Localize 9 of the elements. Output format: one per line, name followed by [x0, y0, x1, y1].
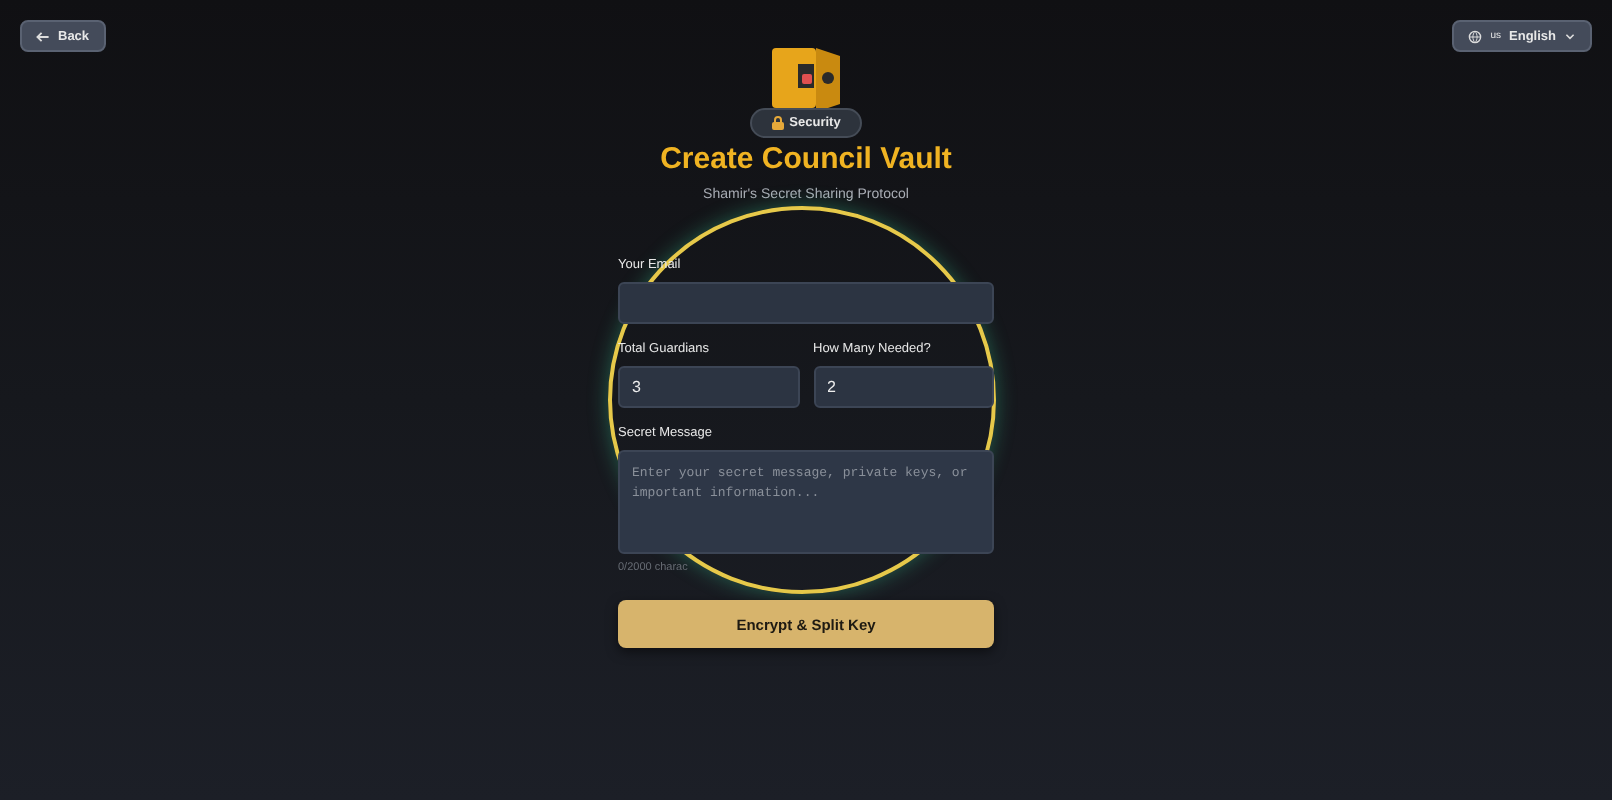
vault-icon	[768, 44, 844, 112]
lock-icon	[771, 116, 784, 130]
number-input[interactable]: 2	[813, 366, 994, 408]
globe-icon	[1468, 29, 1483, 43]
page-title: Create Council Vault	[660, 142, 952, 176]
number-input[interactable]: 3	[618, 366, 799, 408]
email-input[interactable]	[618, 282, 994, 324]
arrow-left-icon	[36, 29, 50, 43]
chevron-down-icon	[1564, 30, 1576, 42]
